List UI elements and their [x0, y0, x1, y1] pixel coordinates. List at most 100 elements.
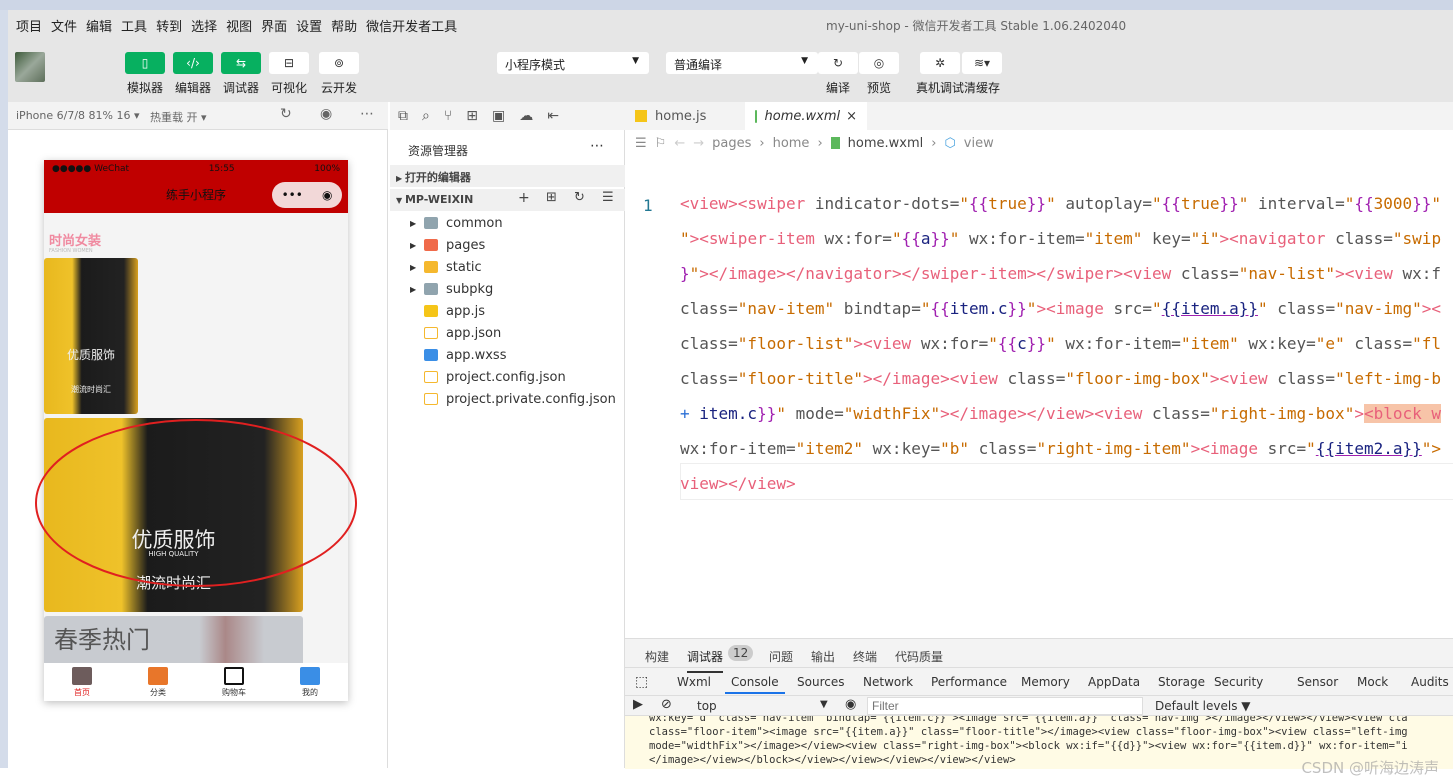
stop-icon[interactable]: ◉: [320, 106, 332, 122]
refresh-icon[interactable]: ↻: [574, 190, 585, 205]
bookmark-icon[interactable]: ⚐: [655, 136, 667, 151]
refresh-button[interactable]: ↻: [818, 52, 858, 74]
filter-input[interactable]: [867, 697, 1143, 715]
code-line[interactable]: class="floor-list"><view wx:for="{{c}}" …: [680, 326, 1441, 361]
open-editors-section[interactable]: ▶ 打开的编辑器: [390, 165, 625, 187]
more-icon[interactable]: •••: [282, 182, 303, 208]
devtools-tab-audits[interactable]: Audits: [1411, 675, 1449, 689]
menu-item[interactable]: 界面: [261, 16, 287, 35]
devtools-tab-sources[interactable]: Sources: [797, 675, 844, 689]
breadcrumb-item[interactable]: home.wxml: [848, 136, 924, 151]
menu-item[interactable]: 编辑: [86, 16, 112, 35]
compile-select[interactable]: 普通编译 ▼: [666, 52, 818, 74]
code-line[interactable]: + item.c}}" mode="widthFix"></image></vi…: [680, 396, 1442, 431]
sidebar-toggle-icon[interactable]: ▶: [633, 697, 643, 712]
devtools-tab-mock[interactable]: Mock: [1357, 675, 1388, 689]
tree-item[interactable]: project.config.json: [390, 366, 625, 388]
menu-item[interactable]: 微信开发者工具: [366, 16, 457, 35]
tab-bar-item[interactable]: 我的: [272, 663, 348, 701]
avatar[interactable]: [15, 52, 45, 82]
code-button[interactable]: ‹/›: [173, 52, 213, 74]
bug-button[interactable]: ✲: [920, 52, 960, 74]
close-circle-icon[interactable]: ◉: [322, 182, 332, 208]
extensions-icon[interactable]: ⊞: [466, 108, 478, 124]
collapse-panel-icon[interactable]: ⇤: [547, 108, 559, 124]
debug-sliders-button[interactable]: ⇆: [221, 52, 261, 74]
menu-item[interactable]: 视图: [226, 16, 252, 35]
code-line[interactable]: view></view>: [680, 466, 796, 501]
bottom-tab[interactable]: 构建: [645, 648, 669, 665]
code-line[interactable]: class="nav-item" bindtap="{{item.c}}"><i…: [680, 291, 1441, 326]
mode-select[interactable]: 小程序模式 ▼: [497, 52, 649, 74]
eye-icon[interactable]: ◉: [845, 697, 856, 712]
git-icon[interactable]: ⑂: [444, 108, 452, 124]
hot-reload-toggle[interactable]: 热重载 开 ▾: [150, 109, 207, 125]
bottom-tab[interactable]: 代码质量: [895, 648, 943, 665]
collapse-all-icon[interactable]: ☰: [602, 190, 614, 205]
bottom-tab[interactable]: 输出: [811, 648, 835, 665]
tree-item[interactable]: app.json: [390, 322, 625, 344]
project-section[interactable]: ▼ MP-WEIXIN + ⊞ ↻ ☰: [390, 189, 625, 211]
tab-bar-item[interactable]: 购物车: [196, 663, 272, 701]
tree-item[interactable]: app.wxss: [390, 344, 625, 366]
dropdown-arrow-icon[interactable]: ▼: [820, 699, 828, 710]
menu-item[interactable]: 选择: [191, 16, 217, 35]
close-icon[interactable]: ×: [846, 109, 857, 124]
bottom-tab[interactable]: 调试器: [687, 648, 724, 673]
menu-item[interactable]: 项目: [16, 16, 42, 35]
back-arrow-icon[interactable]: ←: [674, 136, 685, 151]
tab-home-wxml[interactable]: home.wxml ×: [745, 102, 867, 130]
more-icon[interactable]: ⋯: [590, 138, 604, 154]
cloud-button[interactable]: ⊚: [319, 52, 359, 74]
devtools-tab-wxml[interactable]: Wxml: [677, 675, 711, 689]
inspect-icon[interactable]: ⬚: [635, 674, 648, 690]
levels-select[interactable]: Default levels ▼: [1155, 699, 1251, 713]
refresh-icon[interactable]: ↻: [280, 106, 292, 122]
layout-button[interactable]: ⊟: [269, 52, 309, 74]
files-icon[interactable]: ⧉: [398, 108, 408, 124]
breadcrumb-item[interactable]: pages: [712, 136, 751, 151]
context-select[interactable]: top: [697, 699, 717, 713]
menu-item[interactable]: 帮助: [331, 16, 357, 35]
code-line[interactable]: }"></image></navigator></swiper-item></s…: [680, 256, 1441, 291]
phone-button[interactable]: ▯: [125, 52, 165, 74]
outline-icon[interactable]: ☰: [635, 136, 647, 151]
devtools-tab-storage[interactable]: Storage: [1158, 675, 1205, 689]
layers-button[interactable]: ≋▾: [962, 52, 1002, 74]
tree-item[interactable]: ▶ common: [390, 212, 625, 234]
save-icon[interactable]: ▣: [492, 108, 505, 124]
devtools-tab-sensor[interactable]: Sensor: [1297, 675, 1338, 689]
breadcrumb-item[interactable]: home: [773, 136, 810, 151]
bottom-tab[interactable]: 问题: [769, 648, 793, 665]
tab-home-js[interactable]: home.js: [625, 102, 745, 130]
eye-button[interactable]: ◎: [859, 52, 899, 74]
devtools-tab-appdata[interactable]: AppData: [1088, 675, 1140, 689]
tree-item[interactable]: ▶ pages: [390, 234, 625, 256]
menu-item[interactable]: 转到: [156, 16, 182, 35]
more-icon[interactable]: ⋯: [360, 106, 374, 122]
new-file-icon[interactable]: +: [518, 190, 530, 206]
tab-bar-item[interactable]: 首页: [44, 663, 120, 701]
devtools-tab-memory[interactable]: Memory: [1021, 675, 1070, 689]
tree-item[interactable]: ▶ subpkg: [390, 278, 625, 300]
device-select[interactable]: iPhone 6/7/8 81% 16 ▾: [16, 109, 140, 122]
devtools-tab-performance[interactable]: Performance: [931, 675, 1007, 689]
code-line[interactable]: wx:for-item="item2" wx:key="b" class="ri…: [680, 431, 1441, 466]
tree-item[interactable]: app.js: [390, 300, 625, 322]
tree-item[interactable]: project.private.config.json: [390, 388, 625, 410]
devtools-tab-network[interactable]: Network: [863, 675, 913, 689]
bottom-tab[interactable]: 终端: [853, 648, 877, 665]
new-folder-icon[interactable]: ⊞: [546, 190, 557, 205]
clear-console-icon[interactable]: ⊘: [661, 697, 672, 712]
code-line[interactable]: class="floor-title"></image><view class=…: [680, 361, 1441, 396]
tree-item[interactable]: ▶ static: [390, 256, 625, 278]
devtools-tab-console[interactable]: Console: [725, 675, 785, 694]
code-line[interactable]: "><swiper-item wx:for="{{a}}" wx:for-ite…: [680, 221, 1441, 256]
docker-icon[interactable]: ☁: [519, 108, 533, 124]
search-icon[interactable]: ⌕: [422, 108, 430, 124]
menu-item[interactable]: 设置: [296, 16, 322, 35]
devtools-tab-security[interactable]: Security: [1214, 675, 1263, 689]
tab-bar-item[interactable]: 分类: [120, 663, 196, 701]
menu-item[interactable]: 文件: [51, 16, 77, 35]
code-line[interactable]: <view><swiper indicator-dots="{{true}}" …: [680, 186, 1441, 221]
